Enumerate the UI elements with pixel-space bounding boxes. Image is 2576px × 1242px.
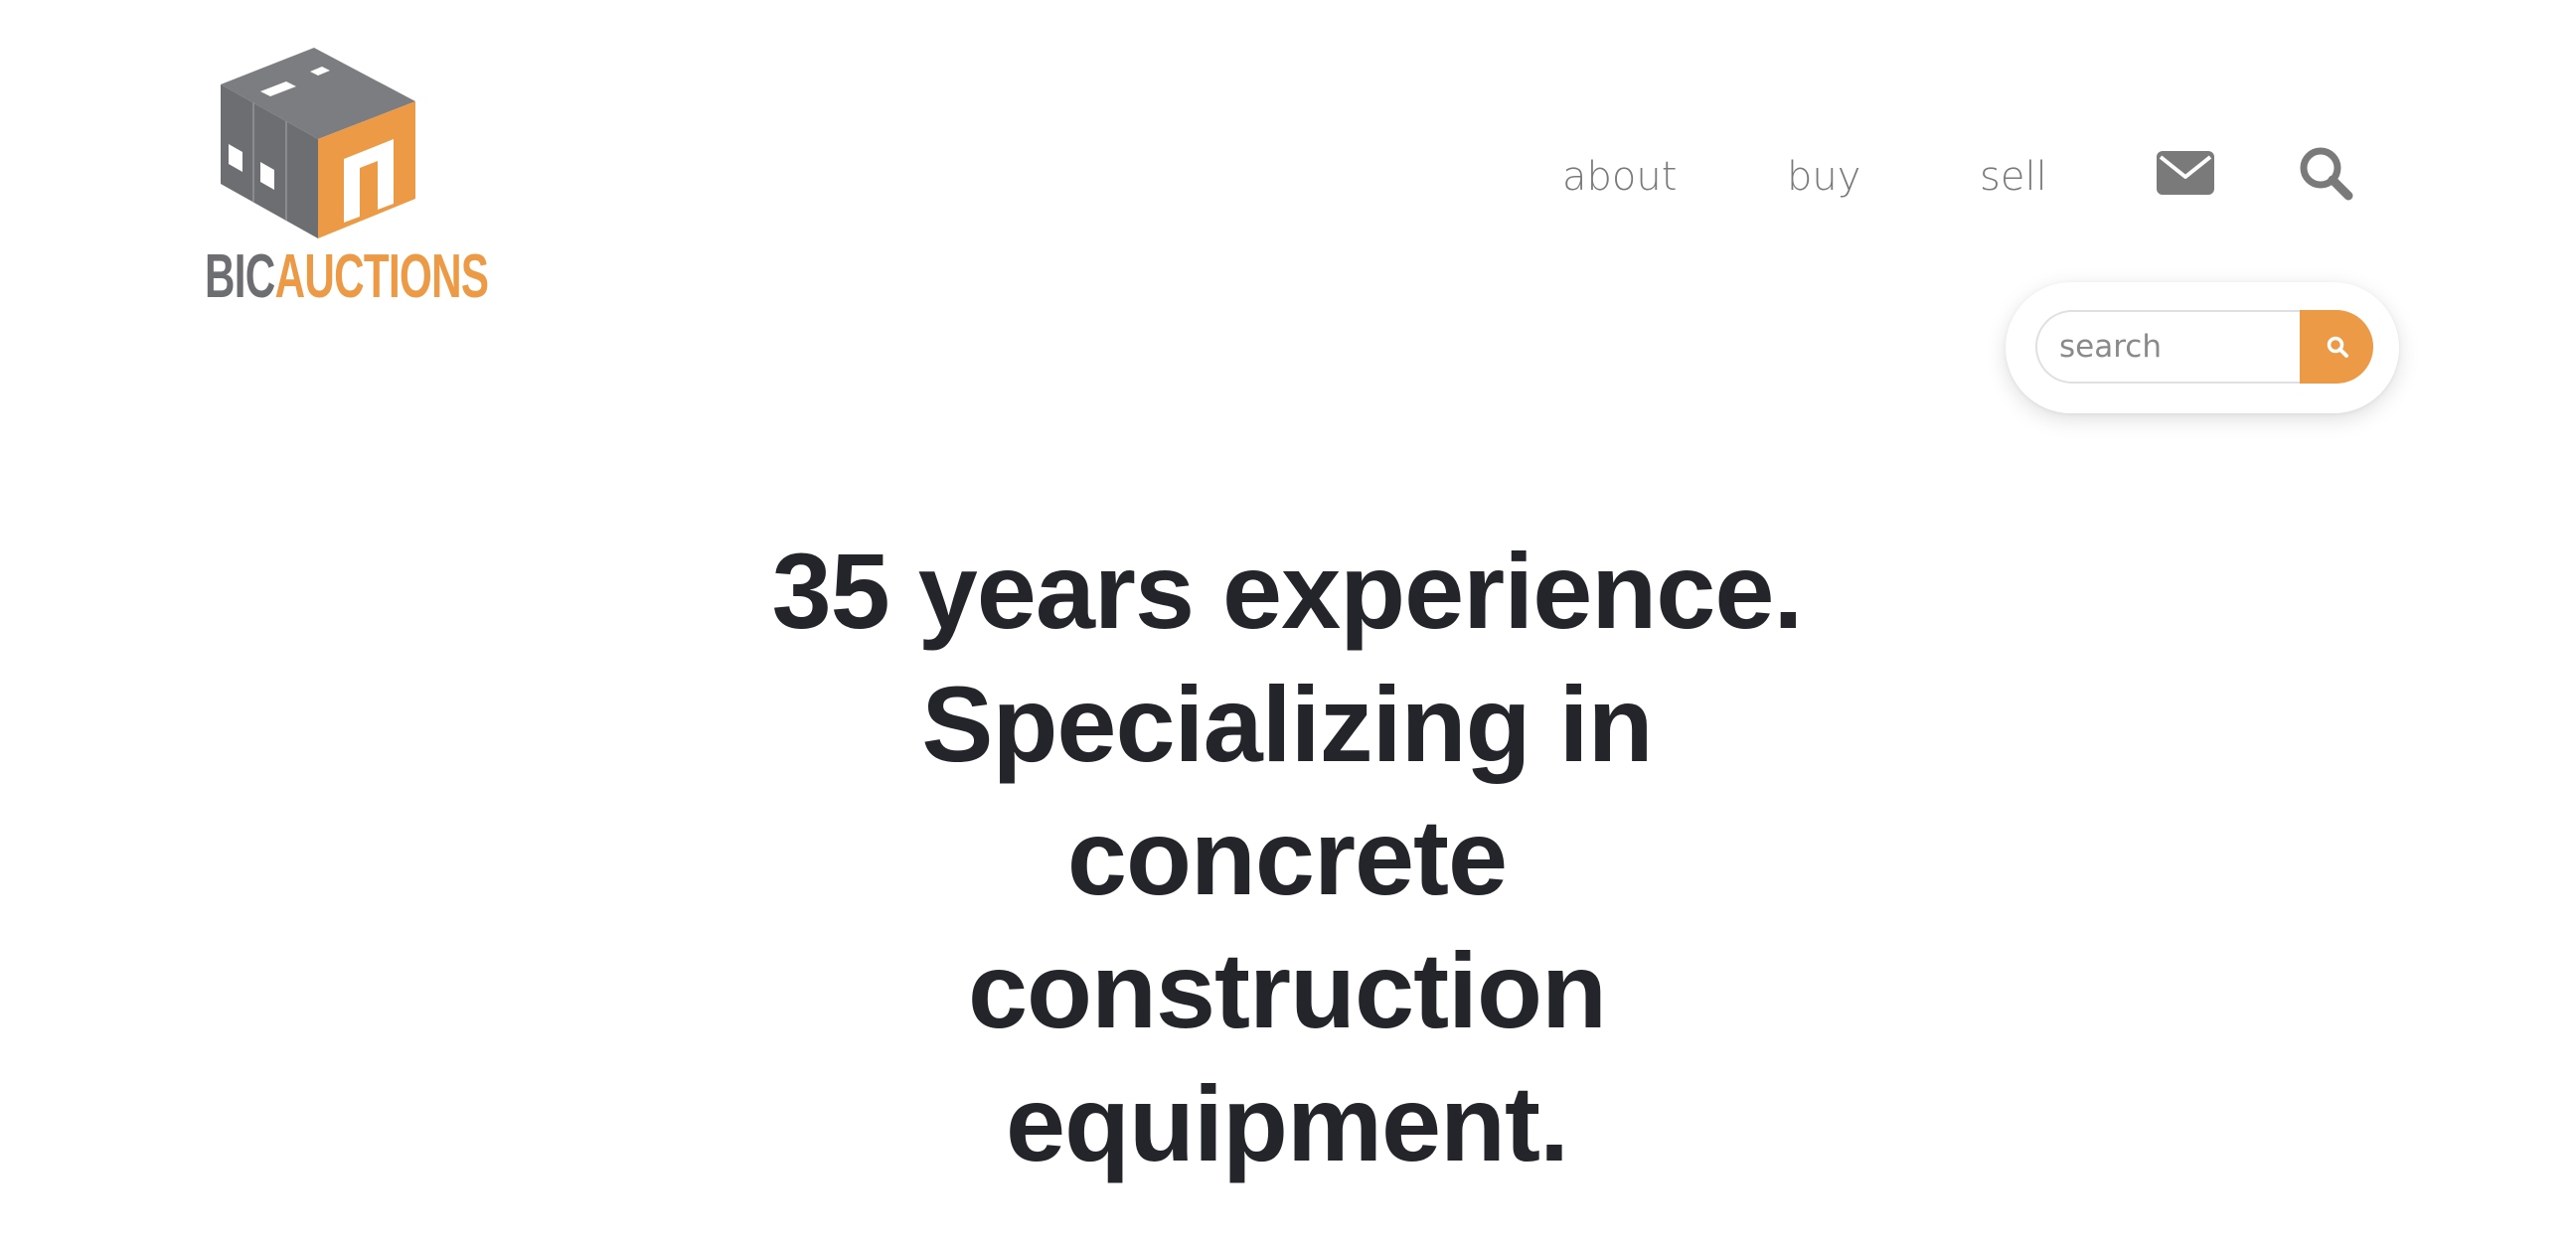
logo-link[interactable]: BICAUCTIONS xyxy=(199,40,489,328)
search-dropdown xyxy=(2006,282,2399,413)
hero-line: concrete xyxy=(1066,797,1508,917)
logo-text-bic: BIC xyxy=(205,242,275,311)
hero-line: 35 years experience. xyxy=(771,531,1804,651)
page: BICAUCTIONS about buy sell search 35 yea… xyxy=(0,0,2576,1242)
nav-link-buy[interactable]: buy xyxy=(1787,149,1860,205)
search-input[interactable] xyxy=(2035,310,2302,384)
magnifier-icon xyxy=(2327,336,2348,358)
nav-link-about[interactable]: about xyxy=(1562,149,1677,205)
search-submit-button[interactable] xyxy=(2300,310,2373,384)
hero-line: equipment. xyxy=(1005,1063,1569,1183)
warehouse-building-logo-icon xyxy=(221,48,415,238)
nav-search-toggle[interactable] xyxy=(2296,143,2355,203)
logo-wordmark: BICAUCTIONS xyxy=(205,246,489,308)
envelope-icon xyxy=(2157,151,2214,195)
hero-line: Specializing in xyxy=(921,664,1653,784)
hero-line: construction xyxy=(967,930,1607,1050)
logo-text-auctions: AUCTIONS xyxy=(274,242,489,311)
hero-heading: 35 years experience. Specializing in con… xyxy=(696,525,1878,1190)
magnifier-icon xyxy=(2300,147,2353,201)
nav-contact-link[interactable] xyxy=(2157,151,2214,195)
nav-link-sell[interactable]: sell xyxy=(1980,149,2047,205)
